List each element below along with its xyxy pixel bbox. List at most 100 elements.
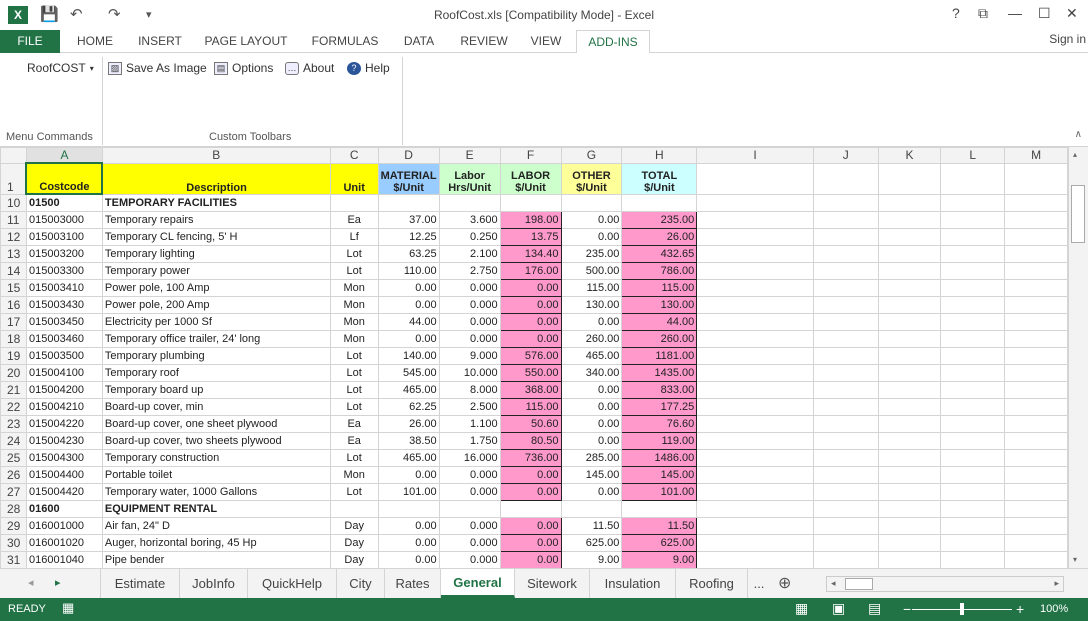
- cell-material[interactable]: 0.00: [377, 516, 440, 535]
- row-header[interactable]: 22: [0, 397, 27, 416]
- cell-description[interactable]: Power pole, 200 Amp: [101, 295, 331, 314]
- cell-header-total[interactable]: TOTAL $/Unit: [621, 162, 698, 195]
- horizontal-scrollbar[interactable]: ◂ ▸: [826, 576, 1064, 592]
- cell[interactable]: [1004, 193, 1068, 212]
- cell[interactable]: [1004, 162, 1068, 195]
- cell[interactable]: [812, 363, 879, 382]
- tab-home[interactable]: HOME: [64, 30, 126, 53]
- cell-labor-cost[interactable]: [499, 499, 562, 518]
- cell-description[interactable]: Power pole, 100 Amp: [101, 278, 331, 297]
- cell[interactable]: [812, 193, 879, 212]
- cell-description[interactable]: TEMPORARY FACILITIES: [101, 193, 331, 212]
- cell[interactable]: [1004, 397, 1068, 416]
- cell[interactable]: [696, 363, 814, 382]
- cell-labor-hrs[interactable]: 9.000: [438, 346, 501, 365]
- cell-labor-hrs[interactable]: [438, 499, 501, 518]
- cell-description[interactable]: Board-up cover, min: [101, 397, 331, 416]
- cell-unit[interactable]: Ea: [329, 431, 379, 450]
- cell-labor-hrs[interactable]: 0.000: [438, 312, 501, 331]
- cell[interactable]: [696, 397, 814, 416]
- cell-description[interactable]: Temporary CL fencing, 5' H: [101, 227, 331, 246]
- row-header[interactable]: 31: [0, 550, 27, 568]
- cell[interactable]: [696, 261, 814, 280]
- cell[interactable]: [1004, 499, 1068, 518]
- row-header[interactable]: 10: [0, 193, 27, 212]
- cell-material[interactable]: [377, 499, 440, 518]
- cell-description[interactable]: Temporary lighting: [101, 244, 331, 263]
- cell-material[interactable]: 38.50: [377, 431, 440, 450]
- tab-formulas[interactable]: FORMULAS: [302, 30, 388, 53]
- cell-costcode[interactable]: 015003300: [25, 261, 103, 280]
- cell[interactable]: [1004, 329, 1068, 348]
- cell[interactable]: [877, 448, 942, 467]
- cell[interactable]: [696, 499, 814, 518]
- column-header-f[interactable]: F: [499, 147, 562, 164]
- cell-other[interactable]: 235.00: [560, 244, 623, 263]
- cell-material[interactable]: 37.00: [377, 210, 440, 229]
- cell-labor-cost[interactable]: 0.00: [499, 312, 562, 331]
- row-header[interactable]: 28: [0, 499, 27, 518]
- cell[interactable]: [877, 482, 942, 501]
- cell[interactable]: [696, 533, 814, 552]
- cell[interactable]: [696, 210, 814, 229]
- row-header[interactable]: 14: [0, 261, 27, 280]
- cell-labor-hrs[interactable]: 10.000: [438, 363, 501, 382]
- cell-total[interactable]: 119.00: [621, 431, 698, 450]
- cell-total[interactable]: 786.00: [621, 261, 698, 280]
- normal-view-icon[interactable]: ▦: [795, 600, 808, 617]
- cell[interactable]: [940, 244, 1006, 263]
- cell-other[interactable]: 11.50: [560, 516, 623, 535]
- cell[interactable]: [1004, 244, 1068, 263]
- cell[interactable]: [696, 431, 814, 450]
- cell-total[interactable]: 1435.00: [621, 363, 698, 382]
- cell-unit[interactable]: Ea: [329, 414, 379, 433]
- cell-unit[interactable]: Mon: [329, 278, 379, 297]
- cell-labor-hrs[interactable]: 0.250: [438, 227, 501, 246]
- sign-in-link[interactable]: Sign in: [1049, 32, 1086, 46]
- cell[interactable]: [696, 162, 814, 195]
- cell-description[interactable]: Temporary construction: [101, 448, 331, 467]
- cell-labor-cost[interactable]: 736.00: [499, 448, 562, 467]
- cell[interactable]: [696, 414, 814, 433]
- cell-unit[interactable]: Lot: [329, 244, 379, 263]
- cell-material[interactable]: 0.00: [377, 550, 440, 568]
- row-header[interactable]: 25: [0, 448, 27, 467]
- cell-total[interactable]: 1181.00: [621, 346, 698, 365]
- cell[interactable]: [696, 482, 814, 501]
- cell-labor-cost[interactable]: 368.00: [499, 380, 562, 399]
- cell-costcode[interactable]: 015003000: [25, 210, 103, 229]
- cell-labor-hrs[interactable]: 0.000: [438, 465, 501, 484]
- cell[interactable]: [1004, 278, 1068, 297]
- cell-total[interactable]: 130.00: [621, 295, 698, 314]
- collapse-ribbon-icon[interactable]: ∧: [1075, 129, 1082, 140]
- cell-description[interactable]: Temporary power: [101, 261, 331, 280]
- cell-material[interactable]: 0.00: [377, 295, 440, 314]
- cell-costcode[interactable]: 015003500: [25, 346, 103, 365]
- cell-unit[interactable]: Mon: [329, 295, 379, 314]
- column-header-b[interactable]: B: [101, 147, 331, 164]
- row-header[interactable]: 27: [0, 482, 27, 501]
- cell[interactable]: [696, 295, 814, 314]
- help-button[interactable]: ? Help: [347, 61, 390, 75]
- cell-labor-cost[interactable]: 115.00: [499, 397, 562, 416]
- cell[interactable]: [940, 533, 1006, 552]
- select-all-corner[interactable]: [0, 147, 27, 164]
- cell[interactable]: [940, 516, 1006, 535]
- cell[interactable]: [696, 448, 814, 467]
- macro-recording-icon[interactable]: ▦: [62, 600, 74, 616]
- cell-material[interactable]: [377, 193, 440, 212]
- cell-total[interactable]: 9.00: [621, 550, 698, 568]
- sheet-tab-roofing[interactable]: Roofing: [676, 569, 748, 598]
- column-header-h[interactable]: H: [621, 147, 698, 164]
- cell[interactable]: [877, 329, 942, 348]
- row-header[interactable]: 26: [0, 465, 27, 484]
- cell[interactable]: [877, 397, 942, 416]
- cell-other[interactable]: 130.00: [560, 295, 623, 314]
- cell-labor-hrs[interactable]: 0.000: [438, 533, 501, 552]
- row-header[interactable]: 12: [0, 227, 27, 246]
- row-header[interactable]: 17: [0, 312, 27, 331]
- tab-data[interactable]: DATA: [392, 30, 446, 53]
- cell-unit[interactable]: Lf: [329, 227, 379, 246]
- cell-other[interactable]: 500.00: [560, 261, 623, 280]
- options-button[interactable]: ▤ Options: [214, 61, 273, 75]
